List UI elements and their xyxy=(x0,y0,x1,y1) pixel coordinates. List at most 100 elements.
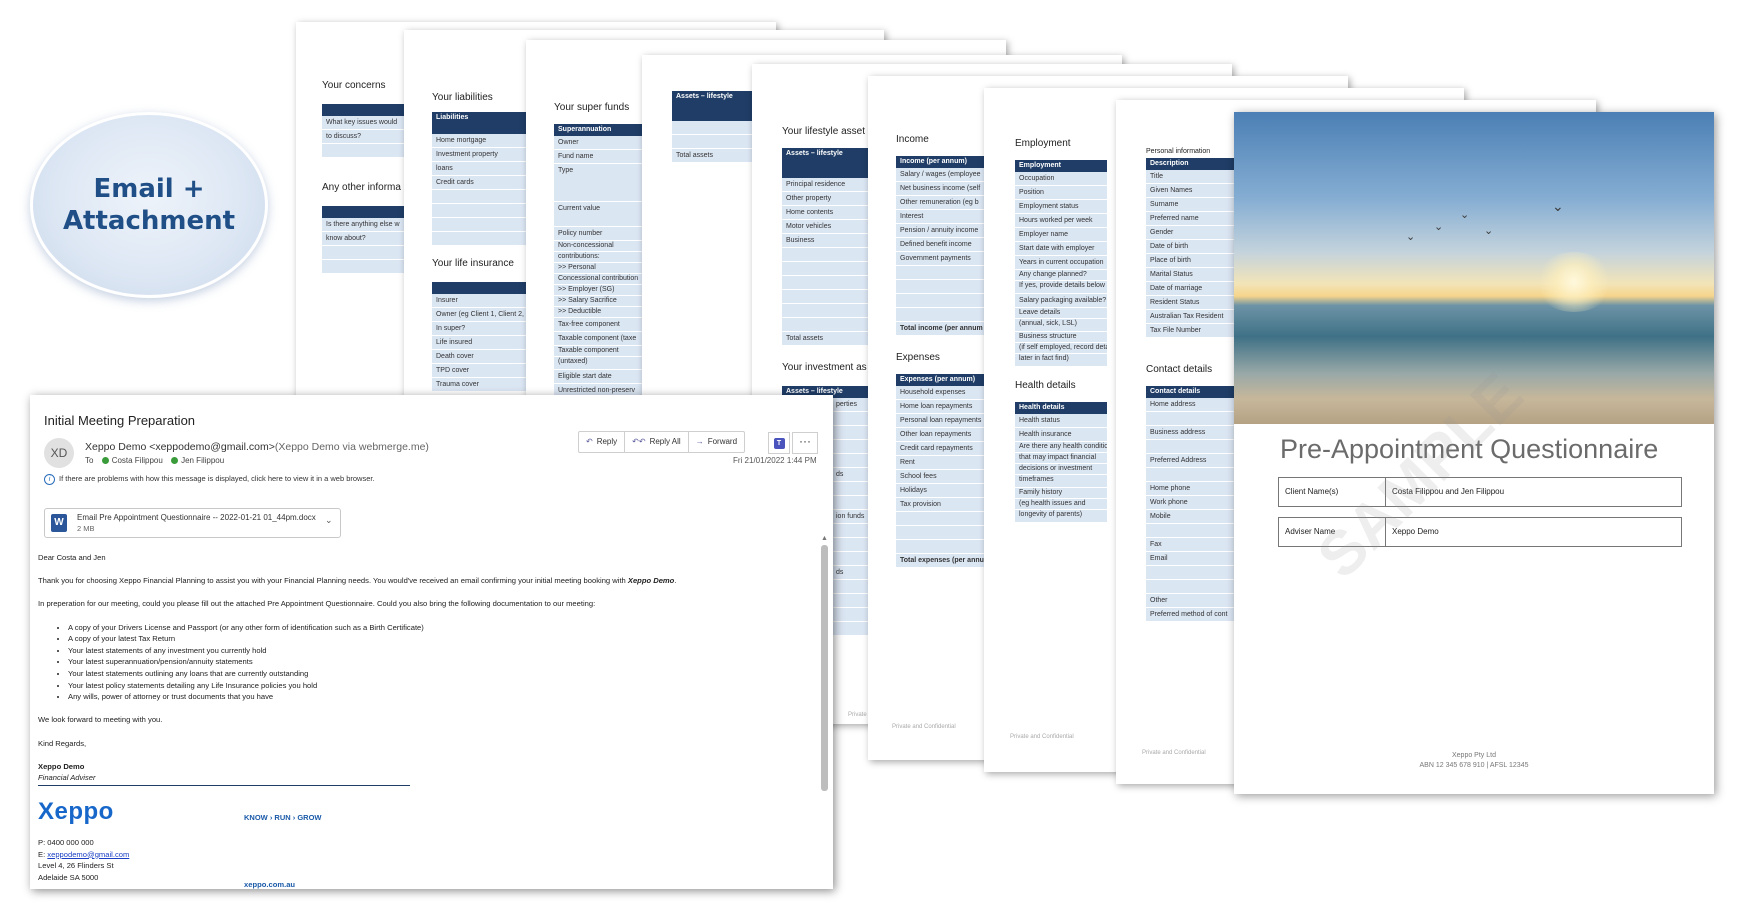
table-row: Place of birth xyxy=(1146,254,1238,268)
reply-all-icon: ↶↶ xyxy=(632,437,646,446)
forward-label: Forward xyxy=(707,437,738,446)
scroll-up-icon[interactable]: ▲ xyxy=(821,535,828,542)
questionnaire-cover-page: ⌄ ⌄ ⌄ ⌄ ⌄ Pre-Appointment Questionnaire … xyxy=(1234,112,1714,794)
section-title: Any other informa xyxy=(322,182,401,193)
table-row xyxy=(896,308,988,322)
table-row: >> Employer (SG) xyxy=(554,285,644,296)
display-problem-notice[interactable]: i If there are problems with how this mes… xyxy=(44,474,375,485)
table-row: Pension / annuity income xyxy=(896,224,988,238)
table-row: Total income (per annum xyxy=(896,322,988,336)
table-row: TPD cover xyxy=(432,364,527,378)
table-row: What key issues would xyxy=(322,116,412,130)
table-row: Tax provision xyxy=(896,498,988,512)
table-row: Email xyxy=(1146,552,1238,566)
more-actions-button[interactable]: ··· xyxy=(792,432,818,454)
list-item: Your latest superannuation/pension/annui… xyxy=(68,656,818,668)
table-row: timeframes xyxy=(1015,475,1107,488)
section-title: Your liabilities xyxy=(432,92,493,103)
table-row xyxy=(896,512,988,526)
table-row: longevity of parents) xyxy=(1015,510,1107,523)
table-row: Non-concessional xyxy=(554,241,644,252)
attachment-card[interactable]: W Email Pre Appointment Questionnaire --… xyxy=(44,508,341,538)
reply-all-button[interactable]: ↶↶ Reply All xyxy=(625,432,689,452)
email-sender[interactable]: Xeppo Demo <xeppodemo@gmail.com>(Xeppo D… xyxy=(85,441,429,453)
recipient-jen[interactable]: Jen Filippou xyxy=(181,456,224,465)
page-footer: Private and Confidential xyxy=(1142,750,1206,756)
table-row: Concessional contribution xyxy=(554,274,644,285)
table-row: Start date with employer xyxy=(1015,242,1107,256)
forward-button[interactable]: → Forward xyxy=(689,432,744,452)
paragraph-thanks-end: . xyxy=(674,576,677,586)
scrollbar[interactable] xyxy=(821,545,828,791)
table-row: Date of marriage xyxy=(1146,282,1238,296)
table-row: Work phone xyxy=(1146,496,1238,510)
closing: We look forward to meeting with you. xyxy=(38,715,163,725)
table-row: Marital Status xyxy=(1146,268,1238,282)
list-item: Any wills, power of attorney or trust do… xyxy=(68,691,818,703)
table-row: Tax File Number xyxy=(1146,324,1238,338)
section-title: Your lifestyle asset xyxy=(782,126,866,137)
list-item: A copy of your Drivers License and Passp… xyxy=(68,622,818,634)
table-header: Employment xyxy=(1015,160,1107,172)
sun-glow xyxy=(1534,252,1614,312)
table-row xyxy=(896,266,988,280)
table-row: Holidays xyxy=(896,484,988,498)
table-row: Home contents xyxy=(782,206,872,220)
email-body: Dear Costa and Jen Thank you for choosin… xyxy=(38,552,818,786)
table-row: >> Deductible xyxy=(554,307,644,318)
section-title: Your super funds xyxy=(554,102,630,113)
table-row: Surname xyxy=(1146,198,1238,212)
section-title: Personal information xyxy=(1146,148,1211,155)
reply-button[interactable]: ↶ Reply xyxy=(579,432,626,452)
section-title: Your concerns xyxy=(322,80,386,91)
table-row: loans xyxy=(432,162,527,176)
table-row: later in fact find) xyxy=(1015,354,1107,367)
list-item: Your latest statements outlining any loa… xyxy=(68,668,818,680)
reply-icon: ↶ xyxy=(586,437,593,446)
table-row: Date of birth xyxy=(1146,240,1238,254)
table-row: Any change planned? xyxy=(1015,270,1107,281)
chevron-down-icon[interactable]: ⌄ xyxy=(325,515,333,526)
table-row xyxy=(432,218,527,232)
table-row xyxy=(322,260,412,274)
table-row: Credit card repayments xyxy=(896,442,988,456)
table-row: Other property xyxy=(782,192,872,206)
table-row xyxy=(1146,468,1238,482)
section-title: Expenses xyxy=(896,352,940,363)
table-row xyxy=(896,540,988,554)
address-line-2: Adelaide SA 5000 xyxy=(38,872,99,882)
table-row: Total assets xyxy=(782,332,872,346)
table-row xyxy=(782,318,872,332)
recipient-costa[interactable]: Costa Filippou xyxy=(112,456,163,465)
table-row: Net business income (self xyxy=(896,182,988,196)
reply-all-label: Reply All xyxy=(649,437,681,446)
to-label: To xyxy=(85,456,94,465)
email-link[interactable]: xeppodemo@gmail.com xyxy=(47,850,129,859)
table-row: Current value xyxy=(554,202,644,227)
table-row: Fund name xyxy=(554,150,644,164)
table-row xyxy=(782,290,872,304)
website-link[interactable]: xeppo.com.au xyxy=(244,880,295,889)
badge-line-1: Email + xyxy=(93,174,205,204)
table-row: to discuss? xyxy=(322,130,412,144)
table-row: (annual, sick, LSL) xyxy=(1015,319,1107,332)
forward-icon: → xyxy=(695,437,704,446)
email-label: E: xyxy=(38,849,48,859)
email-line: E: xeppodemo@gmail.com xyxy=(38,849,129,861)
table-row: School fees xyxy=(896,470,988,484)
attachment-name: Email Pre Appointment Questionnaire -- 2… xyxy=(77,513,316,522)
table-row: Motor vehicles xyxy=(782,220,872,234)
reply-label: Reply xyxy=(596,437,618,446)
table-row xyxy=(1146,440,1238,454)
table-row: Years in current occupation xyxy=(1015,256,1107,270)
greeting: Dear Costa and Jen xyxy=(38,553,106,562)
table-row: Health status xyxy=(1015,414,1107,428)
table-row xyxy=(782,248,872,262)
teams-button[interactable]: T xyxy=(768,432,790,454)
table-row: Home phone xyxy=(1146,482,1238,496)
table-row: Position xyxy=(1015,186,1107,200)
table-row: Other remuneration (eg b xyxy=(896,196,988,210)
table-row: Defined benefit income xyxy=(896,238,988,252)
table-row: Eligible start date xyxy=(554,370,644,384)
table-row: contributions: xyxy=(554,252,644,263)
